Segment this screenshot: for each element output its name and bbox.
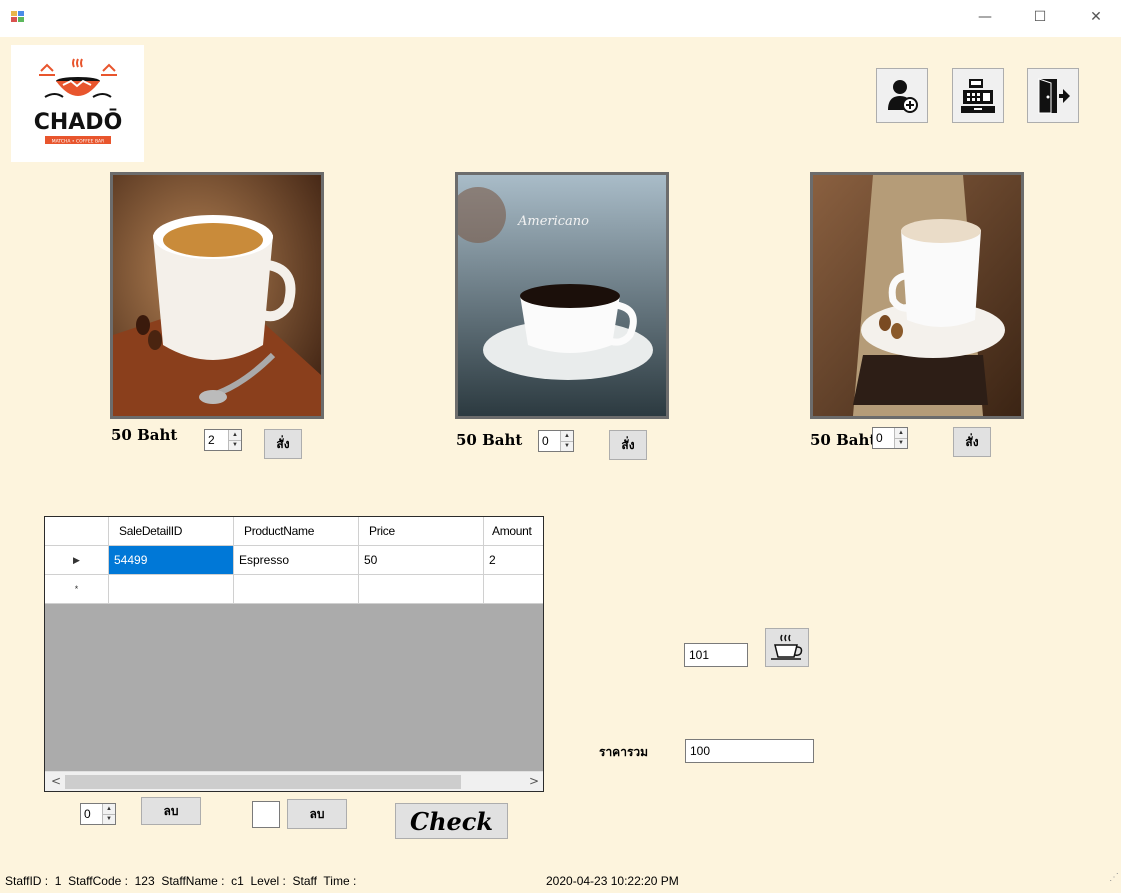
svg-text:MATCHA • COFFEE BAR: MATCHA • COFFEE BAR bbox=[52, 139, 105, 145]
column-header-price[interactable]: Price bbox=[359, 517, 484, 546]
delete-id-input[interactable] bbox=[252, 801, 280, 828]
delete-button[interactable]: ลบ bbox=[141, 797, 201, 825]
spin-up-icon[interactable]: ▲ bbox=[895, 428, 907, 438]
grid-cell-productname[interactable]: Espresso bbox=[234, 546, 359, 575]
column-header-saledetailid[interactable]: SaleDetailID bbox=[109, 517, 234, 546]
product-2-quantity[interactable]: 0 ▲ ▼ bbox=[538, 430, 574, 452]
spinner[interactable]: ▲ ▼ bbox=[228, 430, 241, 450]
product-3-quantity[interactable]: 0 ▲ ▼ bbox=[872, 427, 908, 449]
delete-quantity-input[interactable]: 0 ▲ ▼ bbox=[80, 803, 116, 825]
scroll-right-icon[interactable]: > bbox=[529, 774, 539, 788]
check-button[interactable]: Check bbox=[395, 803, 508, 839]
chado-logo: CHADŌ MATCHA • COFFEE BAR bbox=[11, 45, 144, 162]
grid-cell-amount[interactable] bbox=[484, 575, 543, 604]
timestamp: 2020-04-23 10:22:20 PM bbox=[546, 874, 679, 888]
product-1-quantity-value: 2 bbox=[208, 433, 215, 447]
add-user-icon bbox=[888, 79, 918, 113]
spinner[interactable]: ▲ ▼ bbox=[894, 428, 907, 448]
spinner[interactable]: ▲ ▼ bbox=[560, 431, 573, 451]
cash-register-button[interactable] bbox=[952, 68, 1004, 123]
table-row[interactable]: ▶ 54499 Espresso 50 2 bbox=[45, 546, 543, 575]
maximize-button[interactable]: ☐ bbox=[1017, 0, 1063, 34]
product-3-quantity-value: 0 bbox=[876, 431, 883, 445]
table-row[interactable]: * bbox=[45, 575, 543, 604]
grid-cell-saledetailid[interactable]: 54499 bbox=[109, 546, 234, 575]
close-button[interactable]: ✕ bbox=[1073, 0, 1119, 34]
spin-down-icon[interactable]: ▼ bbox=[229, 439, 241, 450]
svg-text:CHADŌ: CHADŌ bbox=[34, 109, 123, 135]
grid-cell-saledetailid[interactable] bbox=[109, 575, 234, 604]
delete-quantity-value: 0 bbox=[84, 807, 91, 821]
grid-cell-price[interactable] bbox=[359, 575, 484, 604]
product-1-order-button[interactable]: สั่ง bbox=[264, 429, 302, 459]
logout-button[interactable] bbox=[1027, 68, 1079, 123]
spin-down-icon[interactable]: ▼ bbox=[103, 813, 115, 824]
product-2-quantity-value: 0 bbox=[542, 434, 549, 448]
place-order-button[interactable] bbox=[765, 628, 809, 667]
spin-up-icon[interactable]: ▲ bbox=[229, 430, 241, 440]
svg-text:Americano: Americano bbox=[517, 214, 589, 229]
new-row-indicator[interactable]: * bbox=[45, 575, 109, 604]
cash-register-icon bbox=[961, 78, 995, 113]
horizontal-scrollbar[interactable]: < > bbox=[45, 771, 543, 791]
product-1-quantity[interactable]: 2 ▲ ▼ bbox=[204, 429, 242, 451]
grid-cell-price[interactable]: 50 bbox=[359, 546, 484, 575]
spin-down-icon[interactable]: ▼ bbox=[895, 437, 907, 448]
scroll-left-icon[interactable]: < bbox=[51, 774, 61, 788]
spin-down-icon[interactable]: ▼ bbox=[561, 440, 573, 451]
spin-up-icon[interactable]: ▲ bbox=[561, 431, 573, 441]
add-staff-button[interactable] bbox=[876, 68, 928, 123]
status-bar: StaffID : 1 StaffCode : 123 StaffName : … bbox=[0, 870, 1121, 893]
espresso-image bbox=[110, 172, 324, 419]
total-label: ราคารวม bbox=[599, 745, 649, 759]
total-price-field[interactable]: 100 bbox=[685, 739, 814, 763]
table-number-input[interactable]: 101 bbox=[684, 643, 748, 667]
sale-detail-grid[interactable]: SaleDetailID ProductName Price Amount ▶ … bbox=[44, 516, 544, 792]
spinner[interactable]: ▲ ▼ bbox=[102, 804, 115, 824]
staff-info: StaffID : 1 StaffCode : 123 StaffName : … bbox=[5, 874, 357, 888]
row-indicator[interactable]: ▶ bbox=[45, 546, 109, 575]
exit-door-icon bbox=[1038, 77, 1070, 113]
app-icon bbox=[11, 11, 24, 22]
grid-header-row: SaleDetailID ProductName Price Amount bbox=[45, 517, 543, 546]
resize-grip-icon[interactable]: ⋰ bbox=[1109, 872, 1119, 883]
grid-cell-amount[interactable]: 2 bbox=[484, 546, 543, 575]
title-bar: — ☐ ✕ bbox=[0, 0, 1121, 37]
americano-image: Americano bbox=[455, 172, 669, 419]
delete-item-button[interactable]: ลบ bbox=[287, 799, 347, 829]
coffee-cup-icon bbox=[771, 634, 803, 660]
column-header-productname[interactable]: ProductName bbox=[234, 517, 359, 546]
spin-up-icon[interactable]: ▲ bbox=[103, 804, 115, 814]
product-2-order-button[interactable]: สั่ง bbox=[609, 430, 647, 460]
product-2-price: 50 Baht bbox=[456, 431, 523, 449]
grid-cell-productname[interactable] bbox=[234, 575, 359, 604]
minimize-button[interactable]: — bbox=[962, 0, 1008, 34]
cappuccino-image bbox=[810, 172, 1024, 419]
product-1-price: 50 Baht bbox=[111, 426, 178, 444]
product-3-order-button[interactable]: สั่ง bbox=[953, 427, 991, 457]
scrollbar-thumb[interactable] bbox=[65, 775, 461, 789]
column-header-amount[interactable]: Amount bbox=[484, 517, 543, 546]
row-header-corner bbox=[45, 517, 109, 546]
product-3-price: 50 Baht bbox=[810, 431, 877, 449]
